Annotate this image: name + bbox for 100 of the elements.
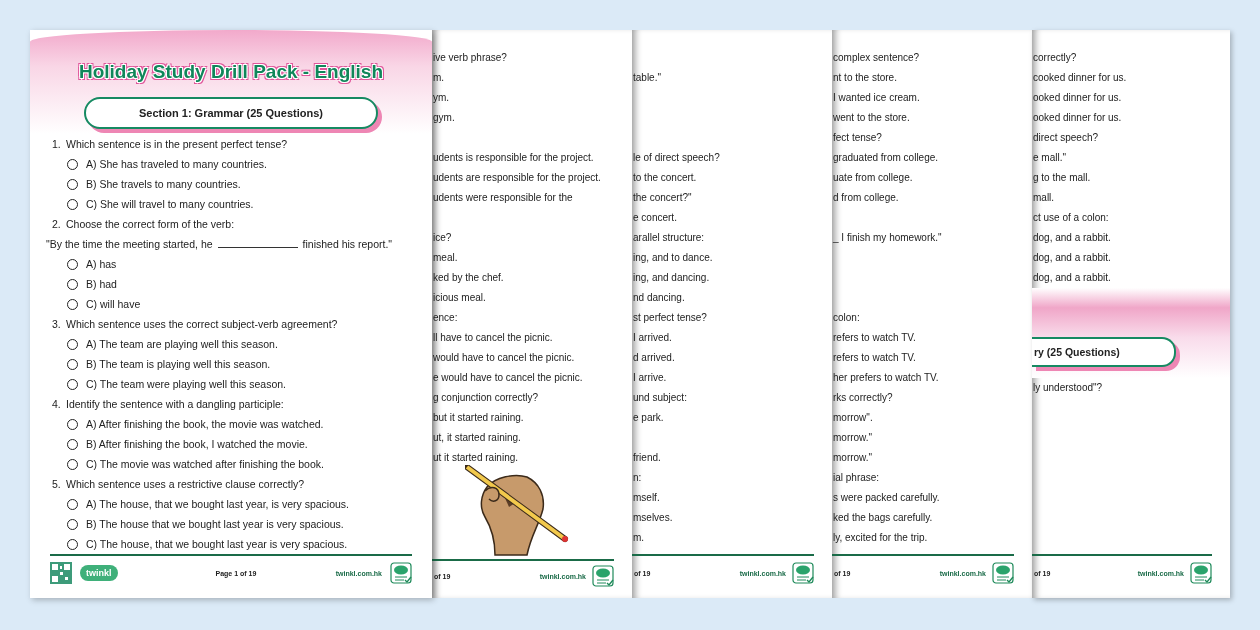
question-number: 3.: [52, 318, 62, 331]
worksheet-line: I arrive.: [632, 371, 668, 385]
worksheet-line: e park.: [632, 411, 665, 425]
option-text: C) The movie was watched after finishing the book.: [86, 458, 324, 471]
worksheet-line: g to the mall.: [1032, 171, 1092, 185]
worksheet-line: her prefers to watch TV.: [832, 371, 940, 385]
worksheet-line: cooked dinner for us.: [1032, 71, 1128, 85]
worksheet-line: udents are responsible for the project.: [432, 171, 602, 185]
worksheet-line: ing, and dancing.: [632, 271, 711, 285]
worksheet-line: rks correctly?: [832, 391, 894, 405]
worksheet-line: I wanted ice cream.: [832, 91, 921, 105]
badge-icon: [792, 562, 814, 584]
worksheet-line: udents were responsible for the: [432, 191, 574, 205]
worksheet-line: e concert.: [632, 211, 678, 225]
worksheet-line: ing, and to dance.: [632, 251, 714, 265]
worksheet-line: s were packed carefully.: [832, 491, 941, 505]
worksheet-line: colon:: [832, 311, 861, 325]
worksheet-line: friend.: [632, 451, 662, 465]
worksheet-line: to the concert.: [632, 171, 698, 185]
fill-in-line[interactable]: [217, 246, 298, 248]
worksheet-line: nd dancing.: [632, 291, 686, 305]
worksheet-line: ial phrase:: [832, 471, 881, 485]
worksheet-line: I arrived.: [632, 331, 673, 345]
quote-text: finished his report.": [302, 238, 393, 251]
worksheet-line: ooked dinner for us.: [1032, 91, 1123, 105]
worksheet-line: ct use of a colon:: [1032, 211, 1110, 225]
question-text: Which sentence is in the present perfect tense?: [66, 138, 288, 151]
worksheet-line: morrow.": [832, 451, 874, 465]
worksheet-line: _ I finish my homework.": [832, 231, 943, 245]
worksheet-line: g conjunction correctly?: [432, 391, 540, 405]
option-text: B) The team is playing well this season.: [86, 358, 271, 371]
option-text: A) The house, that we bought last year, is very spacious.: [86, 498, 350, 511]
worksheet-line: mselves.: [632, 511, 674, 525]
quote-text: "By the time the meeting started, he: [46, 238, 213, 251]
question-text: Choose the correct form of the verb:: [66, 218, 235, 231]
option-text: A) She has traveled to many countries.: [86, 158, 267, 171]
option-text: A) has: [86, 258, 117, 271]
worksheet-line: morrow".: [832, 411, 874, 425]
qr-code-icon: [50, 562, 72, 585]
worksheet-line: e mall.": [1032, 151, 1067, 165]
worksheet-line: ked by the chef.: [432, 271, 505, 285]
worksheet-line: ice?: [432, 231, 453, 245]
worksheet-line: complex sentence?: [832, 51, 921, 65]
worksheet-line: graduated from college.: [832, 151, 940, 165]
worksheet-line: dog, and a rabbit.: [1032, 251, 1112, 265]
worksheet-line: ll have to cancel the picnic.: [432, 331, 554, 345]
worksheet-line: refers to watch TV.: [832, 331, 917, 345]
question-number: 4.: [52, 398, 62, 411]
worksheet-line: uate from college.: [832, 171, 914, 185]
question-number: 2.: [52, 218, 62, 231]
worksheet-line: nt to the store.: [832, 71, 898, 85]
worksheet-line: direct speech?: [1032, 131, 1100, 145]
worksheet-line: d arrived.: [632, 351, 676, 365]
option-text: B) After finishing the book, I watched the movie.: [86, 438, 308, 451]
worksheet-line: correctly?: [1032, 51, 1078, 65]
worksheet-line: n:: [632, 471, 643, 485]
worksheet-title: Holiday Study Drill Pack - English: [78, 60, 384, 84]
worksheet-line: ym.: [432, 91, 451, 105]
worksheet-line: icious meal.: [432, 291, 487, 305]
worksheet-line: ence:: [432, 311, 459, 325]
worksheet-line: refers to watch TV.: [832, 351, 917, 365]
worksheet-line: m.: [632, 531, 646, 545]
worksheet-line: dog, and a rabbit.: [1032, 271, 1112, 285]
worksheet-line: gym.: [432, 111, 456, 125]
option-text: A) After finishing the book, the movie was watched.: [86, 418, 324, 431]
worksheet-line: st perfect tense?: [632, 311, 708, 325]
worksheet-line: fect tense?: [832, 131, 883, 145]
option-text: A) The team are playing well this season.: [86, 338, 278, 351]
worksheet-line: d from college.: [832, 191, 900, 205]
question-text: Which sentence uses a restrictive clause correctly?: [66, 478, 305, 491]
worksheet-line: mself.: [632, 491, 661, 505]
worksheet-line: m.: [432, 71, 446, 85]
worksheet-line: ut, it started raining.: [432, 431, 522, 445]
question-number: 5.: [52, 478, 62, 491]
worksheet-line: but it started raining.: [432, 411, 525, 425]
question-number: 1.: [52, 138, 62, 151]
option-text: B) The house that we bought last year is very spacious.: [86, 518, 344, 531]
option-text: C) will have: [86, 298, 141, 311]
badge-icon: [1190, 562, 1212, 584]
worksheet-line: table.": [632, 71, 662, 85]
worksheet-line: le of direct speech?: [632, 151, 721, 165]
worksheet-line: ked the bags carefully.: [832, 511, 934, 525]
option-text: C) She will travel to many countries.: [86, 198, 254, 211]
badge-icon: [390, 562, 412, 585]
worksheet-line: ooked dinner for us.: [1032, 111, 1123, 125]
option-text: B) had: [86, 278, 117, 291]
worksheet-line: arallel structure:: [632, 231, 706, 245]
worksheet-line: dog, and a rabbit.: [1032, 231, 1112, 245]
worksheet-line: ut it started raining.: [432, 451, 520, 465]
worksheet-line: ly, excited for the trip.: [832, 531, 929, 545]
worksheet-line: would have to cancel the picnic.: [432, 351, 576, 365]
worksheet-line: the concert?": [632, 191, 693, 205]
option-text: C) The team were playing well this season.: [86, 378, 286, 391]
question-text: Identify the sentence with a dangling participle:: [66, 398, 284, 411]
worksheet-line: ive verb phrase?: [432, 51, 508, 65]
worksheet-line: meal.: [432, 251, 459, 265]
worksheet-line: ly understood"?: [1032, 381, 1104, 395]
option-text: B) She travels to many countries.: [86, 178, 241, 191]
brand-logo: twinkl: [80, 565, 118, 582]
worksheet-line: und subject:: [632, 391, 688, 405]
